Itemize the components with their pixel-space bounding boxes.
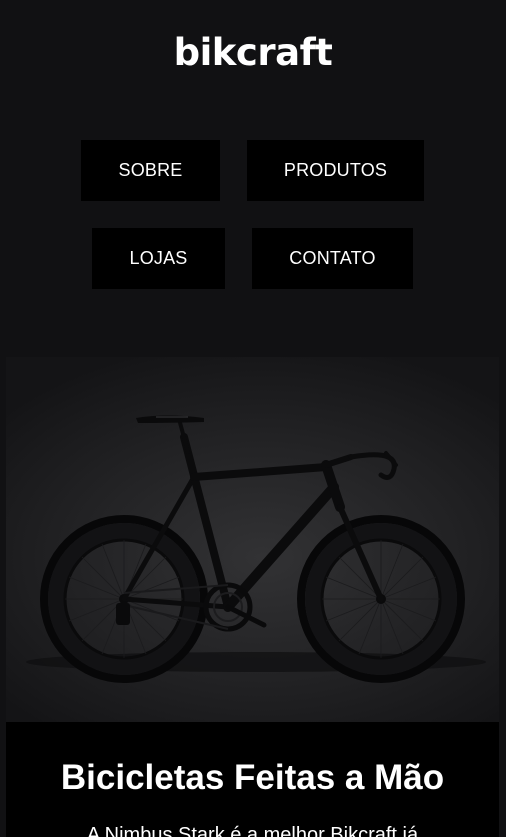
bike-illustration [26,415,486,683]
nav-item-lojas[interactable]: LOJAS [92,228,225,289]
page: bikcraft SOBRE PRODUTOS LOJAS CONTATO Bi… [0,0,506,837]
nav-item-contato[interactable]: CONTATO [252,228,413,289]
hero-bike-image [6,357,499,722]
intro-section: Bicicletas Feitas a Mão A Nimbus Stark é… [6,722,499,837]
logo[interactable]: bikcraft [0,30,506,76]
nav-item-sobre[interactable]: SOBRE [81,140,220,201]
intro-title: Bicicletas Feitas a Mão [60,758,445,797]
intro-text: A Nimbus Stark é a melhor Bikcraft já [86,824,419,837]
nav-item-produtos[interactable]: PRODUTOS [247,140,424,201]
